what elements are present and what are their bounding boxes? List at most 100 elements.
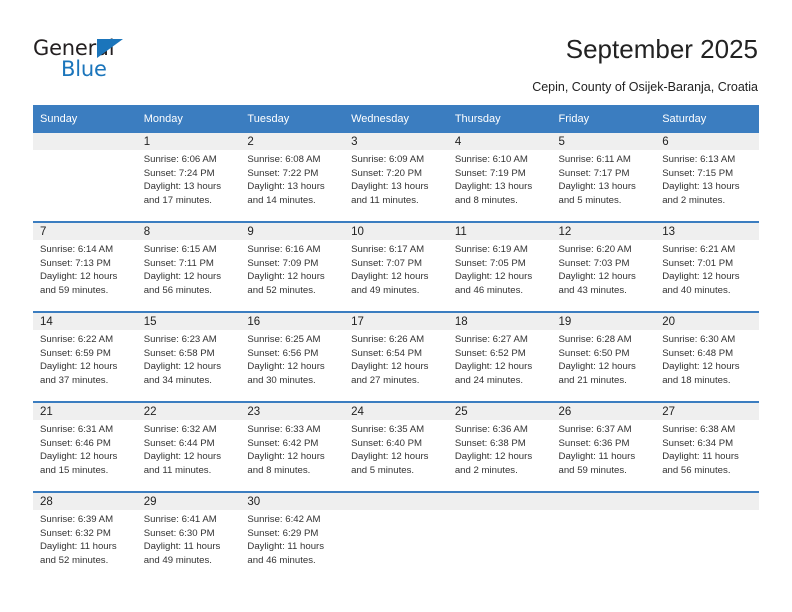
day-cell-content: 2 Sunrise: 6:08 AM Sunset: 7:22 PM Daylight… bbox=[240, 133, 345, 221]
day-sunset-text: Sunset: 7:19 PM bbox=[454, 167, 526, 179]
day-sunrise-text: Sunrise: 6:09 AM bbox=[351, 154, 425, 165]
day-sunset-text: Sunset: 7:03 PM bbox=[558, 257, 630, 269]
day-cell-content bbox=[655, 493, 759, 581]
day-daylight-1-text: Daylight: 11 hours bbox=[558, 451, 636, 463]
calendar-day-cell[interactable]: 15 Sunrise: 6:23 AM Sunset: 6:58 PM Dayligh… bbox=[136, 311, 241, 402]
calendar-day-cell[interactable]: 2 Sunrise: 6:08 AM Sunset: 7:22 PM Daylight… bbox=[240, 133, 345, 222]
calendar-day-cell[interactable]: 29 Sunrise: 6:41 AM Sunset: 6:30 PM Dayligh… bbox=[136, 491, 241, 581]
calendar-day-cell-empty bbox=[33, 133, 137, 222]
day-sunset-text: Sunset: 6:48 PM bbox=[662, 347, 734, 359]
day-sunrise-text: Sunrise: 6:30 AM bbox=[662, 334, 736, 345]
calendar-day-cell[interactable]: 19 Sunrise: 6:28 AM Sunset: 6:50 PM Dayligh… bbox=[551, 311, 656, 402]
day-daylight-2-text: and 49 minutes. bbox=[351, 284, 420, 296]
calendar-day-cell[interactable]: 20 Sunrise: 6:30 AM Sunset: 6:48 PM Dayligh… bbox=[655, 311, 759, 402]
day-number: 2 bbox=[240, 133, 345, 150]
calendar-day-cell[interactable]: 27 Sunrise: 6:38 AM Sunset: 6:34 PM Dayligh… bbox=[655, 401, 759, 492]
calendar-day-cell-empty bbox=[447, 491, 552, 581]
day-number: 24 bbox=[344, 403, 448, 420]
calendar-day-cell[interactable]: 25 Sunrise: 6:36 AM Sunset: 6:38 PM Dayligh… bbox=[447, 401, 552, 492]
calendar-day-cell[interactable]: 12 Sunrise: 6:20 AM Sunset: 7:03 PM Dayligh… bbox=[551, 221, 656, 312]
day-number: 9 bbox=[240, 223, 345, 240]
calendar-day-cell[interactable]: 21 Sunrise: 6:31 AM Sunset: 6:46 PM Dayligh… bbox=[33, 401, 137, 492]
day-number bbox=[33, 133, 137, 150]
general-blue-logo: General Blue bbox=[33, 36, 183, 82]
calendar-day-cell[interactable]: 26 Sunrise: 6:37 AM Sunset: 6:36 PM Dayligh… bbox=[551, 401, 656, 492]
day-daylight-2-text: and 5 minutes. bbox=[351, 464, 415, 476]
day-sunset-text: Sunset: 6:56 PM bbox=[247, 347, 319, 359]
calendar-day-cell[interactable]: 11 Sunrise: 6:19 AM Sunset: 7:05 PM Dayligh… bbox=[447, 221, 552, 312]
calendar-day-cell[interactable]: 5 Sunrise: 6:11 AM Sunset: 7:17 PM Daylight… bbox=[551, 133, 656, 222]
day-cell-content: 5 Sunrise: 6:11 AM Sunset: 7:17 PM Daylight… bbox=[551, 133, 656, 221]
day-sunrise-text: Sunrise: 6:14 AM bbox=[40, 244, 114, 255]
day-sunrise-text: Sunrise: 6:17 AM bbox=[351, 244, 425, 255]
day-number: 1 bbox=[136, 133, 241, 150]
day-sunset-text: Sunset: 6:42 PM bbox=[247, 437, 319, 449]
day-sunset-text: Sunset: 7:15 PM bbox=[662, 167, 734, 179]
calendar-day-cell[interactable]: 16 Sunrise: 6:25 AM Sunset: 6:56 PM Dayligh… bbox=[240, 311, 345, 402]
calendar-day-cell[interactable]: 4 Sunrise: 6:10 AM Sunset: 7:19 PM Daylight… bbox=[447, 133, 552, 222]
calendar-day-cell[interactable]: 8 Sunrise: 6:15 AM Sunset: 7:11 PM Daylight… bbox=[136, 221, 241, 312]
day-daylight-2-text: and 59 minutes. bbox=[40, 284, 109, 296]
day-cell-content: 11 Sunrise: 6:19 AM Sunset: 7:05 PM Dayligh… bbox=[447, 223, 552, 311]
day-sunset-text: Sunset: 6:29 PM bbox=[247, 527, 319, 539]
calendar-day-cell[interactable]: 7 Sunrise: 6:14 AM Sunset: 7:13 PM Daylight… bbox=[33, 221, 137, 312]
day-sunset-text: Sunset: 6:54 PM bbox=[351, 347, 423, 359]
day-number: 26 bbox=[551, 403, 656, 420]
day-sunset-text: Sunset: 6:52 PM bbox=[454, 347, 526, 359]
day-sunset-text: Sunset: 7:17 PM bbox=[558, 167, 630, 179]
day-daylight-1-text: Daylight: 12 hours bbox=[143, 361, 222, 373]
calendar-day-cell[interactable]: 28 Sunrise: 6:39 AM Sunset: 6:32 PM Dayligh… bbox=[33, 491, 137, 581]
weekday-header-tuesday: Tuesday bbox=[240, 105, 345, 133]
day-sun-info: Sunrise: 6:41 AM Sunset: 6:30 PM Daylight:… bbox=[137, 510, 241, 567]
day-sun-info bbox=[552, 510, 656, 513]
day-cell-content: 28 Sunrise: 6:39 AM Sunset: 6:32 PM Dayligh… bbox=[33, 493, 137, 581]
day-sunrise-text: Sunrise: 6:41 AM bbox=[143, 514, 217, 525]
day-number: 23 bbox=[240, 403, 345, 420]
day-cell-content: 3 Sunrise: 6:09 AM Sunset: 7:20 PM Daylight… bbox=[344, 133, 448, 221]
day-number: 13 bbox=[655, 223, 759, 240]
day-number: 12 bbox=[551, 223, 656, 240]
day-sun-info: Sunrise: 6:19 AM Sunset: 7:05 PM Daylight:… bbox=[448, 240, 552, 297]
day-sunrise-text: Sunrise: 6:06 AM bbox=[143, 154, 217, 165]
day-sunrise-text: Sunrise: 6:10 AM bbox=[454, 154, 528, 165]
day-daylight-2-text: and 56 minutes. bbox=[662, 464, 731, 476]
logo-word-blue: Blue bbox=[61, 57, 107, 81]
day-sunset-text: Sunset: 6:40 PM bbox=[351, 437, 423, 449]
day-sun-info: Sunrise: 6:28 AM Sunset: 6:50 PM Daylight:… bbox=[552, 330, 656, 387]
day-daylight-1-text: Daylight: 12 hours bbox=[558, 361, 636, 373]
day-sun-info: Sunrise: 6:06 AM Sunset: 7:24 PM Daylight:… bbox=[137, 150, 241, 207]
day-daylight-1-text: Daylight: 11 hours bbox=[662, 451, 739, 463]
day-cell-content: 9 Sunrise: 6:16 AM Sunset: 7:09 PM Daylight… bbox=[240, 223, 345, 311]
calendar-day-cell[interactable]: 23 Sunrise: 6:33 AM Sunset: 6:42 PM Dayligh… bbox=[240, 401, 345, 492]
day-sunrise-text: Sunrise: 6:26 AM bbox=[351, 334, 425, 345]
day-daylight-1-text: Daylight: 12 hours bbox=[351, 361, 429, 373]
day-daylight-2-text: and 18 minutes. bbox=[662, 374, 731, 386]
day-cell-content: 29 Sunrise: 6:41 AM Sunset: 6:30 PM Dayligh… bbox=[136, 493, 241, 581]
day-daylight-2-text: and 2 minutes. bbox=[662, 194, 726, 206]
day-daylight-1-text: Daylight: 13 hours bbox=[143, 181, 222, 193]
day-sunrise-text: Sunrise: 6:21 AM bbox=[662, 244, 736, 255]
day-cell-content: 8 Sunrise: 6:15 AM Sunset: 7:11 PM Daylight… bbox=[136, 223, 241, 311]
calendar-day-cell[interactable]: 3 Sunrise: 6:09 AM Sunset: 7:20 PM Daylight… bbox=[344, 133, 448, 222]
day-daylight-1-text: Daylight: 13 hours bbox=[454, 181, 533, 193]
day-sunset-text: Sunset: 6:50 PM bbox=[558, 347, 630, 359]
calendar-day-cell[interactable]: 1 Sunrise: 6:06 AM Sunset: 7:24 PM Daylight… bbox=[136, 133, 241, 222]
day-number bbox=[447, 493, 552, 510]
day-daylight-2-text: and 8 minutes. bbox=[454, 194, 518, 206]
calendar-day-cell[interactable]: 30 Sunrise: 6:42 AM Sunset: 6:29 PM Dayligh… bbox=[240, 491, 345, 581]
calendar-day-cell[interactable]: 18 Sunrise: 6:27 AM Sunset: 6:52 PM Dayligh… bbox=[447, 311, 552, 402]
day-daylight-2-text: and 2 minutes. bbox=[454, 464, 518, 476]
calendar-day-cell[interactable]: 24 Sunrise: 6:35 AM Sunset: 6:40 PM Dayligh… bbox=[344, 401, 448, 492]
calendar-day-cell[interactable]: 14 Sunrise: 6:22 AM Sunset: 6:59 PM Dayligh… bbox=[33, 311, 137, 402]
day-sunset-text: Sunset: 7:20 PM bbox=[351, 167, 423, 179]
calendar-day-cell[interactable]: 22 Sunrise: 6:32 AM Sunset: 6:44 PM Dayligh… bbox=[136, 401, 241, 492]
day-number: 25 bbox=[447, 403, 552, 420]
calendar-day-cell[interactable]: 13 Sunrise: 6:21 AM Sunset: 7:01 PM Dayligh… bbox=[655, 221, 759, 312]
calendar-day-cell[interactable]: 9 Sunrise: 6:16 AM Sunset: 7:09 PM Daylight… bbox=[240, 221, 345, 312]
calendar-day-cell[interactable]: 10 Sunrise: 6:17 AM Sunset: 7:07 PM Dayligh… bbox=[344, 221, 448, 312]
calendar-day-cell[interactable]: 17 Sunrise: 6:26 AM Sunset: 6:54 PM Dayligh… bbox=[344, 311, 448, 402]
day-cell-content: 18 Sunrise: 6:27 AM Sunset: 6:52 PM Dayligh… bbox=[447, 313, 552, 401]
day-cell-content: 21 Sunrise: 6:31 AM Sunset: 6:46 PM Dayligh… bbox=[33, 403, 137, 491]
day-number: 20 bbox=[655, 313, 759, 330]
calendar-day-cell[interactable]: 6 Sunrise: 6:13 AM Sunset: 7:15 PM Daylight… bbox=[655, 133, 759, 222]
